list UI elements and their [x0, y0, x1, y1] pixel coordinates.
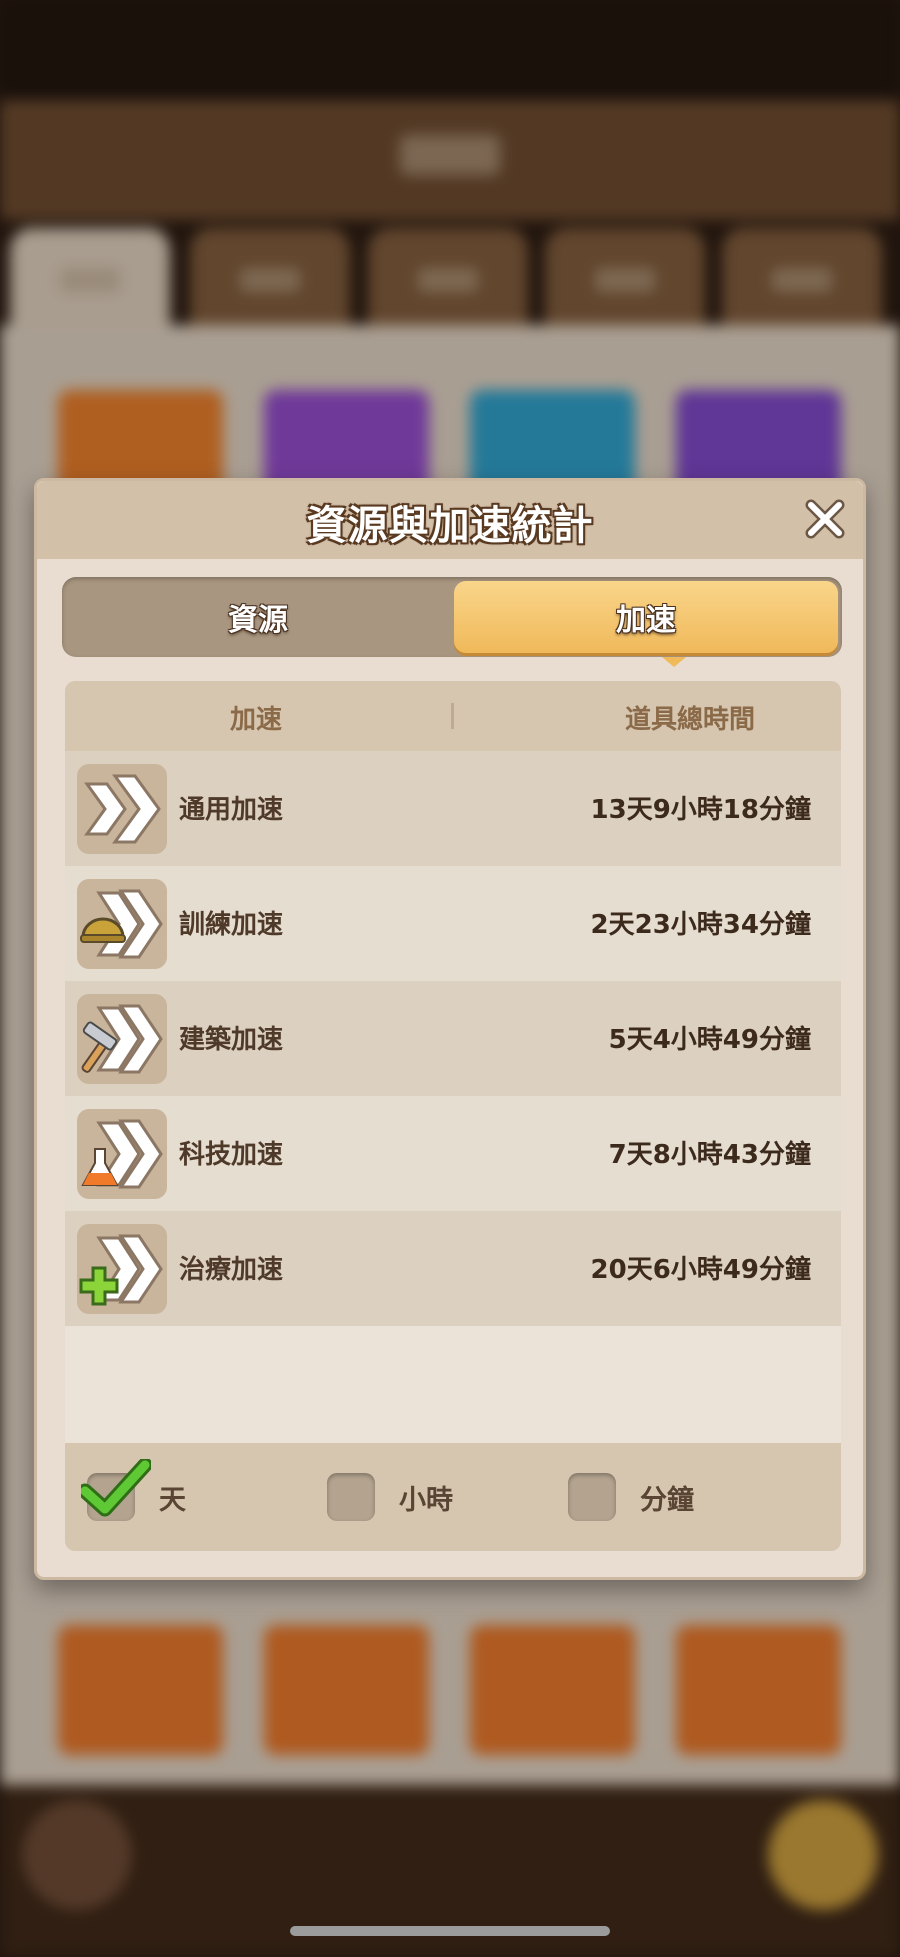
row-time: 2天23小時34分鐘: [590, 910, 811, 940]
training-speedup-icon: [77, 879, 167, 969]
header-total-time: 道具總時間: [625, 705, 756, 735]
table-row: 治療加速 20天6小時49分鐘: [65, 1211, 841, 1326]
table-row: 建築加速 5天4小時49分鐘: [65, 981, 841, 1096]
check-icon: [81, 1459, 151, 1517]
home-indicator: [290, 1926, 610, 1936]
row-time: 13天9小時18分鐘: [590, 795, 811, 825]
minute-label: 分鐘: [640, 1484, 694, 1516]
tab-switch: 資源 加速: [62, 577, 842, 667]
unit-option-day[interactable]: 天: [81, 1459, 186, 1523]
healing-speedup-icon: [77, 1224, 167, 1314]
row-name: 治療加速: [179, 1255, 284, 1285]
row-name: 訓練加速: [179, 910, 284, 940]
day-label: 天: [159, 1484, 186, 1516]
header-divider: [451, 703, 454, 729]
row-time: 7天8小時43分鐘: [608, 1140, 811, 1170]
tab-speedups[interactable]: 加速: [454, 581, 838, 653]
dialog-header: 資源與加速統計: [37, 481, 863, 559]
table-row: 科技加速 7天8小時43分鐘: [65, 1096, 841, 1211]
hour-label: 小時: [399, 1484, 453, 1516]
table-header: 加速 道具總時間: [65, 681, 841, 751]
row-name: 科技加速: [179, 1140, 284, 1170]
close-button[interactable]: [799, 493, 851, 545]
tab-resources[interactable]: 資源: [66, 581, 450, 653]
row-time: 5天4小時49分鐘: [608, 1025, 811, 1055]
close-icon: [805, 499, 845, 539]
day-checkbox[interactable]: [81, 1459, 151, 1521]
active-tab-pointer: [662, 657, 686, 667]
unit-options: 天 小時 分鐘: [65, 1443, 841, 1551]
header-speedup: 加速: [230, 705, 283, 735]
hour-checkbox[interactable]: [327, 1473, 375, 1521]
minute-checkbox[interactable]: [568, 1473, 616, 1521]
table-row: 訓練加速 2天23小時34分鐘: [65, 866, 841, 981]
unit-option-minute[interactable]: 分鐘: [568, 1471, 694, 1523]
building-speedup-icon: [77, 994, 167, 1084]
speedup-table: 加速 道具總時間 通用加速 13天9小時18分鐘 訓練加速 2天23小時34分鐘…: [65, 681, 841, 1551]
row-name: 建築加速: [179, 1025, 284, 1055]
general-speedup-icon: [77, 764, 167, 854]
research-speedup-icon: [77, 1109, 167, 1199]
stats-dialog: 資源與加速統計 資源 加速 加速 道具總時間 通用加速 13天9小時18分鐘 訓…: [34, 478, 866, 1580]
row-time: 20天6小時49分鐘: [590, 1255, 811, 1285]
unit-option-hour[interactable]: 小時: [327, 1471, 453, 1523]
row-name: 通用加速: [179, 795, 284, 825]
dialog-title: 資源與加速統計: [306, 503, 594, 549]
table-row: 通用加速 13天9小時18分鐘: [65, 751, 841, 866]
